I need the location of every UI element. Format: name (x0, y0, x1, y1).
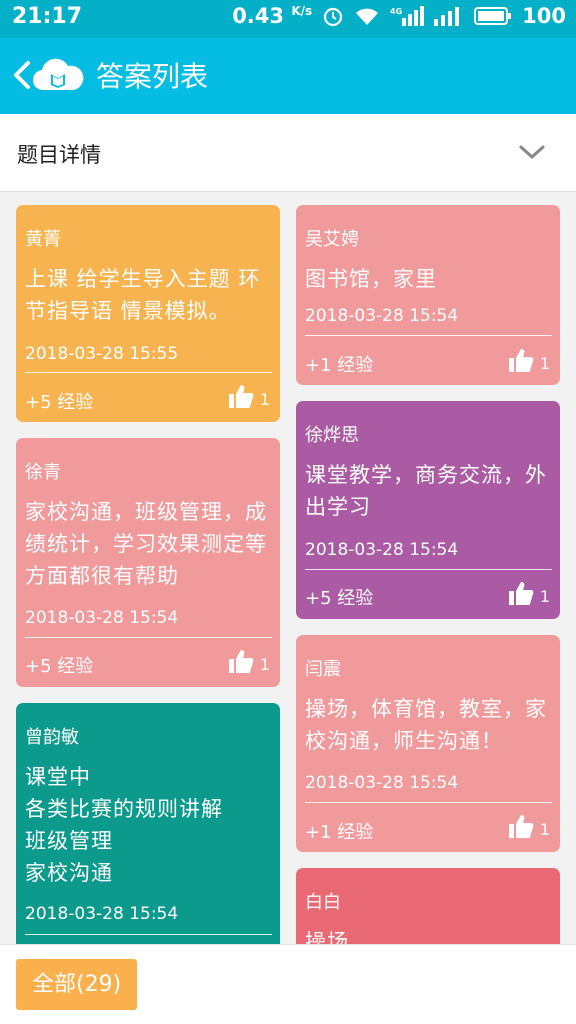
svg-text:4G: 4G (390, 7, 402, 16)
card-content: 课堂教学，商务交流，外 出学习 (305, 463, 547, 519)
signal-icon (434, 7, 460, 26)
signal-4g-icon: 4G (390, 6, 425, 26)
thumbs-up-icon (508, 815, 534, 838)
thumbs-up-icon (508, 582, 534, 605)
network-speed: 0.43 K/s (232, 4, 312, 28)
card-content: 图书馆，家里 (305, 267, 437, 291)
network-speed-unit: K/s (291, 4, 313, 18)
alarm-icon (324, 7, 343, 27)
like-count: 1 (539, 587, 550, 606)
card-divider (305, 335, 552, 336)
answer-card[interactable]: 徐烨思 课堂教学，商务交流，外 出学习 2018-03-28 15:54 +5 … (296, 401, 560, 619)
like-button[interactable]: 1 (228, 648, 270, 674)
card-exp: +1 经验 (305, 355, 374, 376)
like-count: 1 (539, 820, 550, 839)
back-arrow-icon[interactable] (10, 58, 34, 92)
card-exp: +5 经验 (25, 392, 94, 413)
page-title: 答案列表 (96, 60, 209, 93)
card-author: 徐烨思 (305, 425, 359, 446)
card-divider (25, 934, 272, 935)
card-content: 操场，体育馆，教室，家 校沟通，师生沟通！ (305, 697, 547, 753)
battery-icon (474, 7, 512, 25)
question-detail-label: 题目详情 (17, 143, 101, 167)
card-date: 2018-03-28 15:54 (25, 904, 179, 924)
card-author: 吴艾娉 (305, 229, 359, 250)
card-author: 白白 (305, 892, 341, 913)
question-detail-toggle[interactable]: 题目详情 (0, 114, 576, 192)
app-bar: 答案列表 (0, 38, 576, 114)
like-button[interactable]: 1 (508, 580, 550, 606)
card-date: 2018-03-28 15:54 (305, 306, 459, 326)
card-exp: +1 经验 (305, 822, 374, 843)
battery-level: 100 (522, 4, 566, 28)
thumbs-up-icon (228, 385, 254, 408)
like-count: 1 (259, 390, 270, 409)
card-divider (25, 637, 272, 638)
answer-card[interactable]: 闫震 操场，体育馆，教室，家 校沟通，师生沟通！ 2018-03-28 15:5… (296, 635, 560, 852)
card-author: 曾韵敏 (25, 727, 79, 748)
card-divider (25, 372, 272, 373)
card-author: 徐青 (25, 462, 61, 483)
card-date: 2018-03-28 15:55 (25, 344, 179, 364)
thumbs-up-icon (508, 349, 534, 372)
thumbs-up-icon (228, 650, 254, 673)
status-bar: 21:17 0.43 K/s 4G 100 (0, 0, 576, 38)
card-exp: +5 经验 (305, 588, 374, 609)
card-divider (305, 569, 552, 570)
filter-all-button[interactable]: 全部(29) (16, 959, 138, 1010)
like-button[interactable]: 1 (508, 347, 550, 373)
card-divider (305, 802, 552, 803)
network-speed-value: 0.43 (232, 4, 285, 28)
answer-card[interactable]: 徐青 家校沟通，班级管理，成 绩统计，学习效果测定等 方面都很有帮助 2018-… (16, 438, 280, 687)
card-exp: +5 经验 (25, 656, 94, 677)
chevron-down-icon[interactable] (518, 142, 546, 162)
wifi-icon (356, 8, 379, 25)
card-author: 黄菁 (25, 229, 61, 250)
cloud-book-logo-icon (32, 58, 84, 91)
like-count: 1 (539, 354, 550, 373)
card-date: 2018-03-28 15:54 (305, 773, 459, 793)
status-indicators: 0.43 K/s 4G 100 (232, 4, 566, 28)
answer-card[interactable]: 吴艾娉 图书馆，家里 2018-03-28 15:54 +1 经验 1 (296, 205, 560, 385)
card-content: 家校沟通，班级管理，成 绩统计，学习效果测定等 方面都很有帮助 (25, 500, 267, 588)
status-time: 21:17 (12, 4, 83, 29)
card-date: 2018-03-28 15:54 (25, 608, 179, 628)
card-date: 2018-03-28 15:54 (305, 540, 459, 560)
card-content: 课堂中 各类比赛的规则讲解 班级管理 家校沟通 (25, 765, 223, 885)
like-button[interactable]: 1 (508, 813, 550, 839)
card-author: 闫震 (305, 659, 341, 680)
answer-card[interactable]: 曾韵敏 课堂中 各类比赛的规则讲解 班级管理 家校沟通 2018-03-28 1… (16, 703, 280, 963)
answer-card[interactable]: 黄菁 上课 给学生导入主题 环 节指导语 情景模拟。 2018-03-28 15… (16, 205, 280, 422)
like-button[interactable]: 1 (228, 383, 270, 409)
like-count: 1 (259, 655, 270, 674)
card-content: 上课 给学生导入主题 环 节指导语 情景模拟。 (25, 267, 261, 323)
bottom-bar: 全部(29) (0, 944, 576, 1024)
